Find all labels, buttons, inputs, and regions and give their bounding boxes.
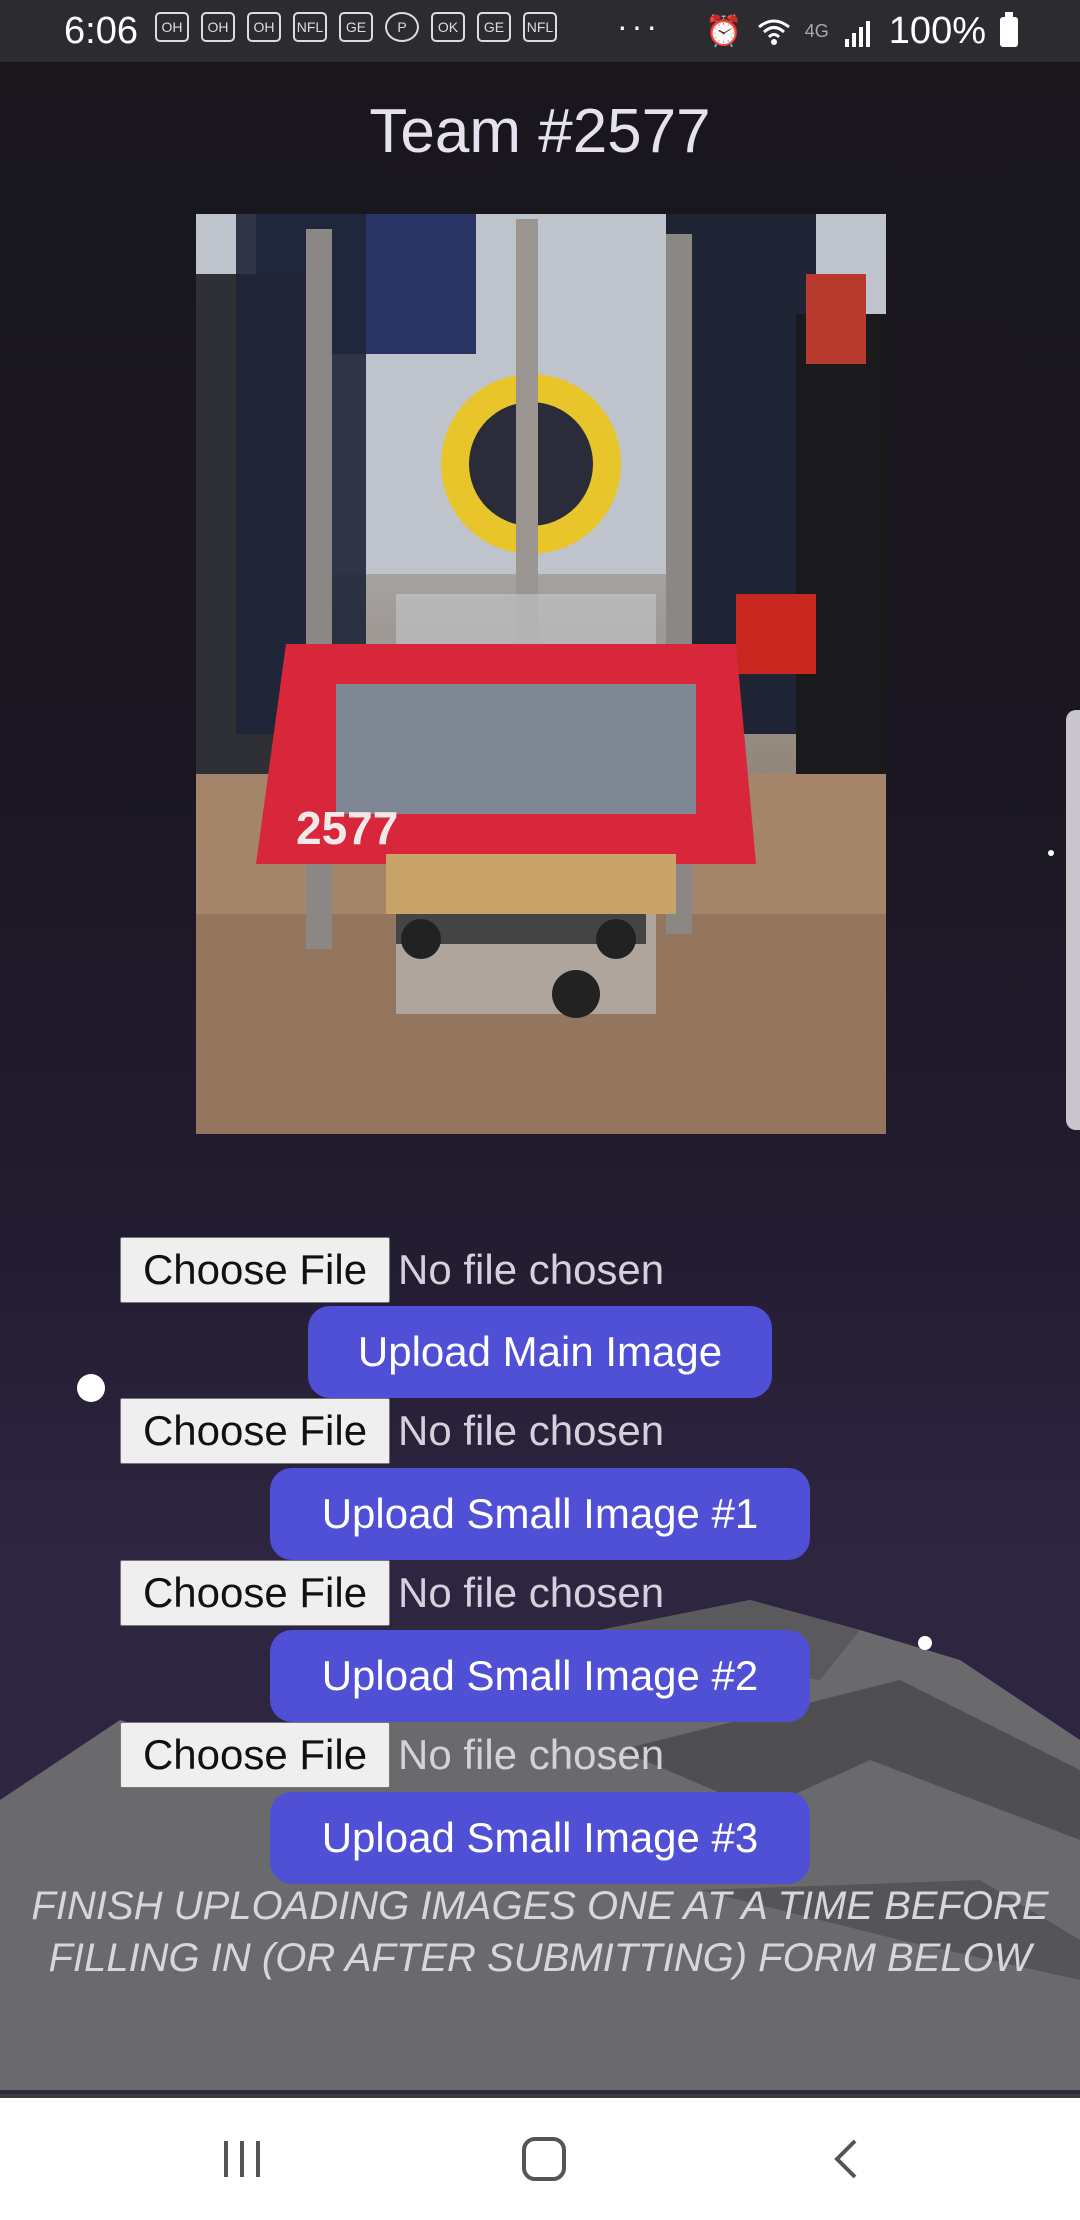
robot-illustration: 2577 xyxy=(196,214,886,1134)
status-bar: 6:06 OH OH OH NFL GE P OK GE NFL ··· ⏰ 4… xyxy=(0,0,1080,62)
decorative-dot xyxy=(1048,850,1054,856)
notification-icon: P xyxy=(385,12,419,42)
navigation-bar xyxy=(0,2094,1080,2220)
status-time: 6:06 xyxy=(64,10,138,52)
upload-instructions: FINISH UPLOADING IMAGES ONE AT A TIME BE… xyxy=(31,1884,1049,1980)
upload-small-image-2-button[interactable]: Upload Small Image #2 xyxy=(270,1630,810,1722)
notification-icon: GE xyxy=(477,12,511,42)
battery-icon xyxy=(1000,11,1018,47)
choose-file-button[interactable]: Choose File xyxy=(120,1237,390,1303)
decorative-dot xyxy=(77,1374,105,1402)
network-type-label: 4G xyxy=(804,21,829,41)
choose-file-button[interactable]: Choose File xyxy=(120,1722,390,1788)
choose-file-button[interactable]: Choose File xyxy=(120,1398,390,1464)
notification-icon: OH xyxy=(155,12,189,42)
file-status-label: No file chosen xyxy=(398,1246,665,1293)
notification-icon: GE xyxy=(339,12,373,42)
wifi-icon xyxy=(757,19,790,45)
page-title: Team #2577 xyxy=(369,97,711,166)
upload-main-image-button[interactable]: Upload Main Image xyxy=(308,1306,772,1398)
home-button[interactable] xyxy=(454,2098,634,2220)
decorative-dot xyxy=(918,1636,932,1650)
back-icon xyxy=(834,2139,857,2179)
file-status-label: No file chosen xyxy=(398,1407,665,1454)
file-input-main[interactable]: Choose File No file chosen xyxy=(120,1237,664,1303)
upload-small-image-1-button[interactable]: Upload Small Image #1 xyxy=(270,1468,810,1560)
upload-small-image-3-button[interactable]: Upload Small Image #3 xyxy=(270,1792,810,1884)
file-status-label: No file chosen xyxy=(398,1731,665,1778)
back-button[interactable] xyxy=(756,2098,936,2220)
robot-number: 2577 xyxy=(296,802,398,854)
alarm-icon: ⏰ xyxy=(705,15,743,48)
home-icon xyxy=(522,2137,566,2181)
notification-icon: OH xyxy=(201,12,235,42)
choose-file-button[interactable]: Choose File xyxy=(120,1560,390,1626)
scrollbar-handle[interactable] xyxy=(1066,710,1080,1130)
more-notifications-icon: ··· xyxy=(617,8,661,44)
notification-icon: OH xyxy=(247,12,281,42)
battery-percentage: 100% xyxy=(888,10,986,52)
file-status-label: No file chosen xyxy=(398,1569,665,1616)
robot-photo: 2577 xyxy=(196,214,886,1134)
notification-icons: OH OH OH NFL GE P OK GE NFL xyxy=(155,12,557,42)
file-input-small-3[interactable]: Choose File No file chosen xyxy=(120,1722,664,1788)
recent-apps-button[interactable] xyxy=(152,2098,332,2220)
nfl-icon: NFL xyxy=(523,12,557,42)
file-input-small-2[interactable]: Choose File No file chosen xyxy=(120,1560,664,1626)
file-input-small-1[interactable]: Choose File No file chosen xyxy=(120,1398,664,1464)
notification-icon: OK xyxy=(431,12,465,42)
recent-apps-icon xyxy=(224,2141,260,2177)
nfl-icon: NFL xyxy=(293,12,327,42)
signal-icon xyxy=(844,20,870,47)
system-icons: ⏰ 4G 100% xyxy=(705,10,1018,53)
